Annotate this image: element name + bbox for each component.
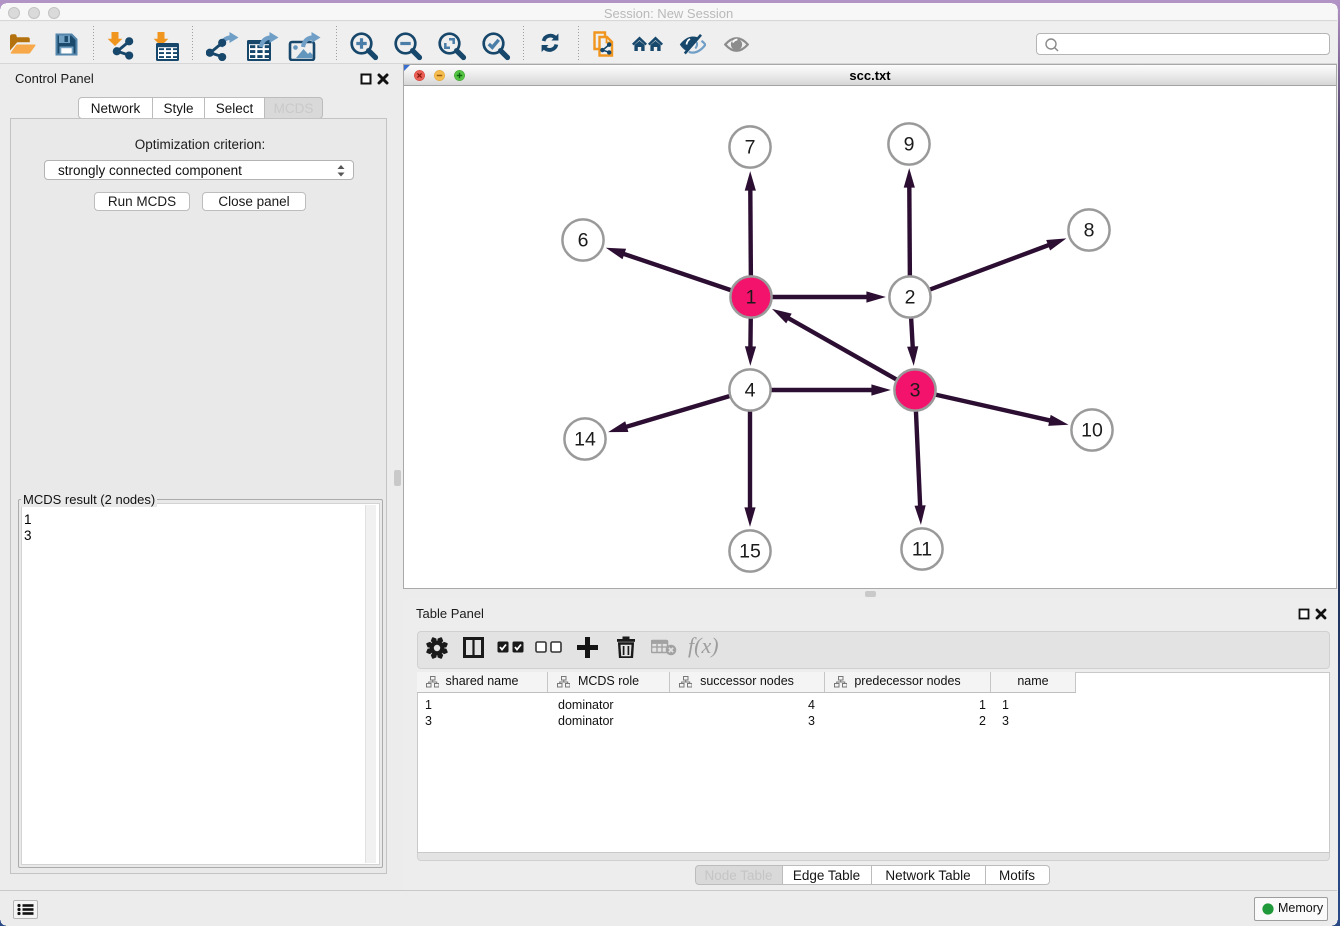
- svg-text:7: 7: [745, 137, 756, 159]
- svg-text:3: 3: [910, 380, 921, 402]
- svg-text:6: 6: [578, 230, 589, 252]
- svg-text:10: 10: [1081, 420, 1103, 442]
- svg-text:15: 15: [739, 541, 761, 563]
- svg-text:8: 8: [1084, 220, 1095, 242]
- svg-text:14: 14: [574, 429, 596, 451]
- svg-text:1: 1: [746, 287, 757, 309]
- svg-text:4: 4: [745, 380, 756, 402]
- svg-text:9: 9: [904, 134, 915, 156]
- svg-text:2: 2: [905, 287, 916, 309]
- svg-text:11: 11: [912, 539, 932, 561]
